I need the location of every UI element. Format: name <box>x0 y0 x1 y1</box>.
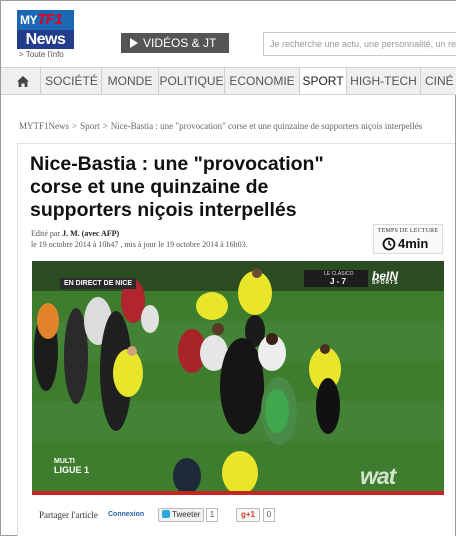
gplus-button[interactable]: g+1 <box>236 508 260 522</box>
live-banner: EN DIRECT DE NICE <box>60 278 136 289</box>
videos-jt-button[interactable]: VIDÉOS & JT <box>121 33 229 53</box>
videos-jt-label: VIDÉOS & JT <box>143 36 217 50</box>
nav-item-cine[interactable]: CINÉ <box>421 68 456 94</box>
nav-home[interactable] <box>5 68 41 94</box>
nav-item-societe[interactable]: SOCIÉTÉ <box>42 68 102 94</box>
breadcrumb-separator: > <box>72 121 78 131</box>
tweet-button[interactable]: Tweeter <box>158 508 204 522</box>
nav-item-economie[interactable]: ECONOMIE <box>225 68 300 94</box>
breadcrumb-current: Nice-Bastia : une "provocation" corse et… <box>110 121 423 131</box>
video-frame <box>32 261 444 493</box>
reading-time-label: TEMPS DE LECTURE <box>377 228 439 234</box>
nav-item-politique[interactable]: POLITIQUE <box>159 68 225 94</box>
connexion-link[interactable]: Connexion <box>108 511 144 518</box>
competition-main: LIGUE 1 <box>54 465 90 475</box>
video-progress-bar[interactable] <box>32 491 444 495</box>
logo-tagline: > Toute l'info <box>19 50 64 59</box>
play-icon <box>130 38 138 48</box>
site-header: MYTF1 News > Toute l'info VIDÉOS & JT Je… <box>1 1 456 67</box>
wat-watermark: wat <box>360 463 396 489</box>
share-label: Partager l'article <box>39 510 98 520</box>
mytf1news-logo[interactable]: MYTF1 News > Toute l'info <box>17 10 74 59</box>
video-player[interactable]: EN DIRECT DE NICE LE CLASICO J - 7 beIN … <box>32 261 444 493</box>
channel-logo: beIN SPORTS <box>372 269 416 287</box>
article-title: Nice-Bastia : une "provocation" corse et… <box>30 153 324 221</box>
tweet-button-label: Tweeter <box>172 510 201 519</box>
scoreboard-overlay: LE CLASICO J - 7 <box>304 270 368 287</box>
breadcrumb: MYTF1News > Sport > Nice-Bastia : une "provo… <box>19 121 422 131</box>
gplus-count: 0 <box>263 508 275 522</box>
logo-top-text: MY <box>20 13 38 27</box>
tweet-count: 1 <box>206 508 218 522</box>
nav-item-high-tech[interactable]: HIGH-TECH <box>347 68 421 94</box>
reading-time-value: 4min <box>398 236 429 251</box>
reading-time-badge: TEMPS DE LECTURE 4min <box>373 224 443 254</box>
twitter-icon <box>162 510 170 518</box>
competition-logo: MULTI LIGUE 1 <box>54 457 89 475</box>
breadcrumb-separator: > <box>102 121 108 131</box>
nav-item-monde[interactable]: MONDE <box>102 68 159 94</box>
byline-author: J. M. (avec AFP) <box>62 229 120 238</box>
channel-sub: SPORTS <box>372 280 399 286</box>
search-input[interactable]: Je recherche une actu, une personnalité,… <box>263 32 456 56</box>
breadcrumb-home[interactable]: MYTF1News <box>19 121 69 131</box>
scoreboard-value: J - 7 <box>330 277 347 286</box>
main-nav: SOCIÉTÉ MONDE POLITIQUE ECONOMIE SPORT H… <box>1 67 456 95</box>
byline-prefix: Edité par <box>31 229 61 238</box>
logo-main-text: News <box>17 30 74 49</box>
logo-top-brand: TF1 <box>37 11 63 28</box>
clock-icon <box>382 237 396 251</box>
byline-dates: le 19 octobre 2014 à 10h47 , mis à jour … <box>31 240 248 249</box>
home-icon <box>16 75 29 87</box>
nav-item-sport[interactable]: SPORT <box>300 68 347 94</box>
article-byline: Edité par J. M. (avec AFP) le 19 octobre… <box>31 228 248 250</box>
breadcrumb-sport[interactable]: Sport <box>80 121 100 131</box>
